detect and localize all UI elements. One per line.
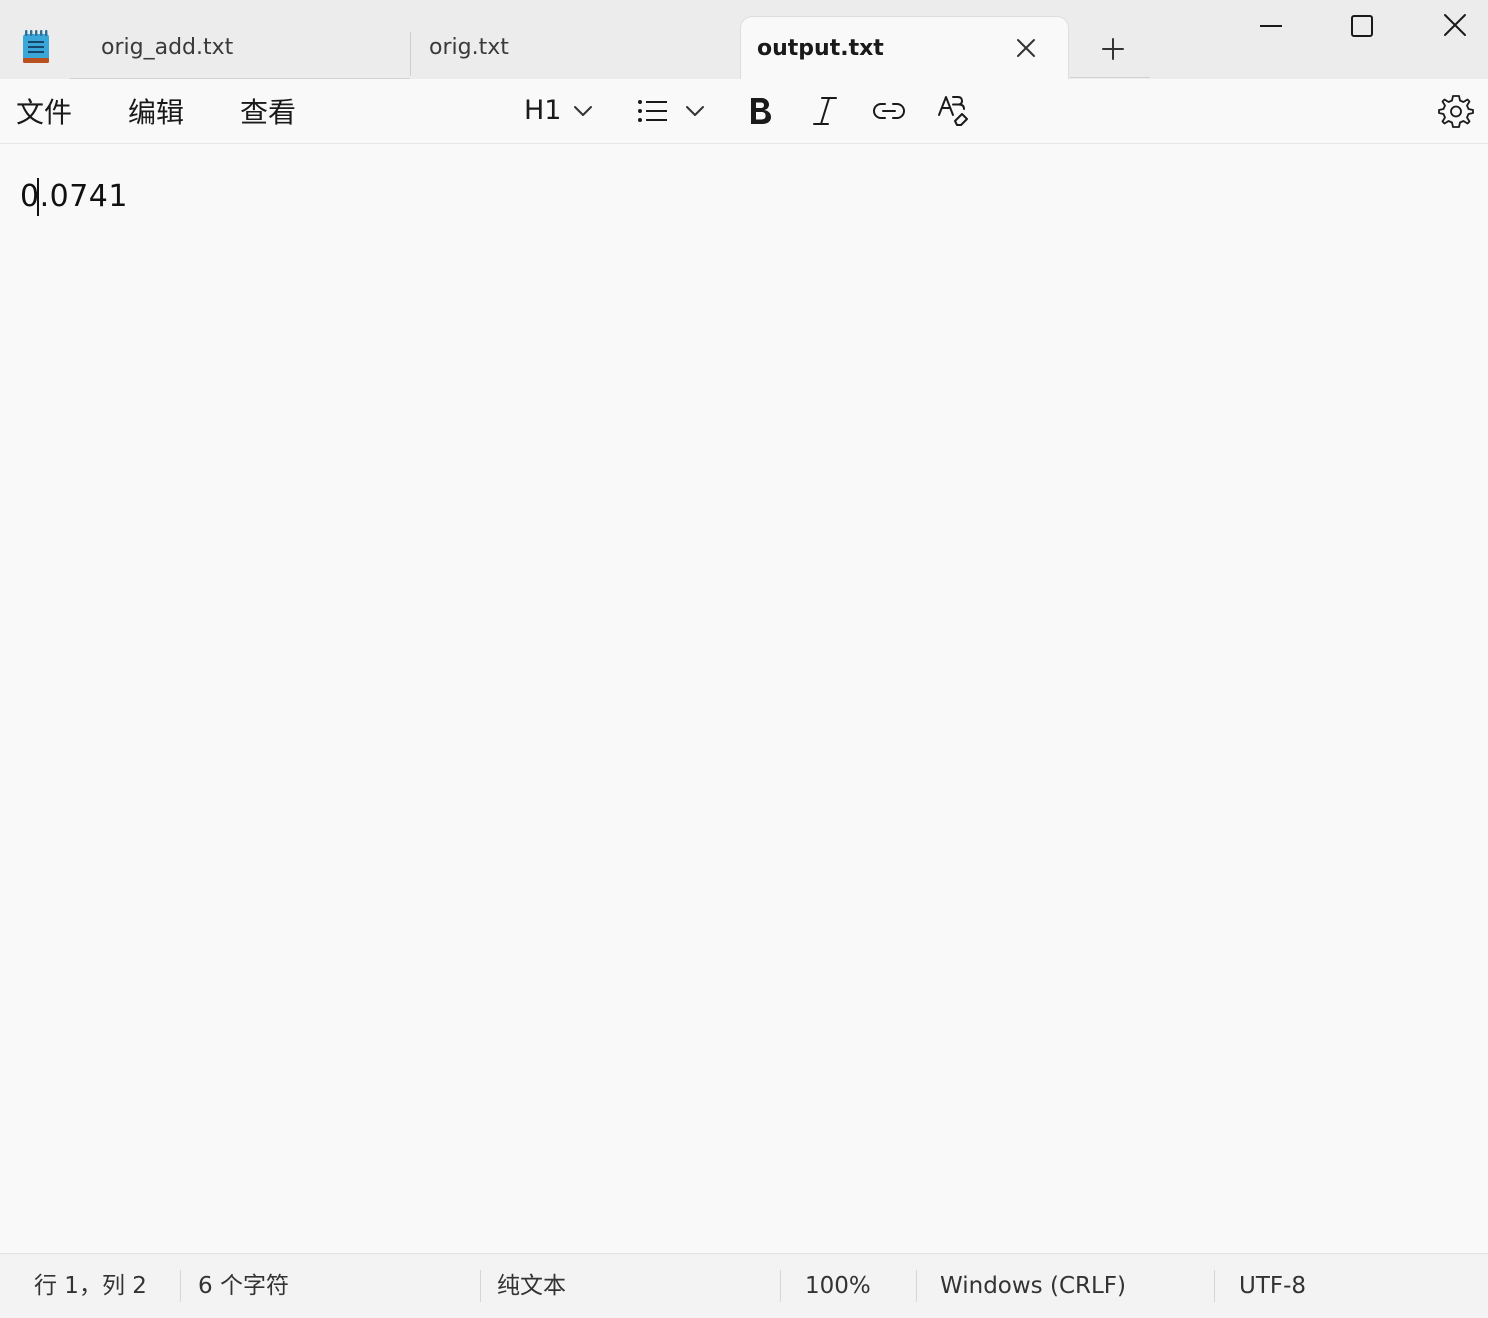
new-tab-plus-icon[interactable]	[1096, 32, 1130, 66]
status-separator	[916, 1270, 917, 1302]
text-editor-area[interactable]: 0.0741	[0, 145, 1488, 1253]
status-cursor-position: 行 1，列 2	[34, 1273, 147, 1299]
tab-separator	[410, 32, 411, 76]
text-caret	[37, 178, 39, 216]
tab-orig[interactable]: orig.txt	[412, 16, 738, 79]
tab-output[interactable]: output.txt	[740, 16, 1069, 80]
notepad-window: orig_add.txt orig.txt output.txt 文件 编辑 查…	[0, 0, 1488, 1318]
tab-close-icon[interactable]	[1013, 35, 1039, 61]
link-icon[interactable]	[872, 93, 906, 129]
list-icon	[638, 100, 667, 122]
maximize-icon[interactable]	[1342, 8, 1382, 44]
clear-formatting-icon[interactable]	[936, 93, 970, 129]
status-bar: 行 1，列 2 6 个字符 纯文本 100% Windows (CRLF) UT…	[0, 1253, 1488, 1318]
tab-label: orig_add.txt	[101, 35, 234, 60]
list-dropdown-button[interactable]	[636, 93, 708, 129]
italic-icon[interactable]	[810, 93, 840, 129]
status-separator	[480, 1270, 481, 1302]
chevron-down-icon	[574, 106, 592, 116]
status-separator	[180, 1270, 181, 1302]
window-close-icon[interactable]	[1435, 8, 1475, 44]
title-bar: orig_add.txt orig.txt output.txt	[0, 0, 1488, 80]
tab-strip-line	[1070, 77, 1150, 78]
minimize-icon[interactable]	[1251, 8, 1291, 44]
status-zoom-level[interactable]: 100%	[805, 1254, 871, 1318]
heading-dropdown-button[interactable]: H1	[524, 93, 596, 129]
status-encoding[interactable]: UTF-8	[1239, 1254, 1306, 1318]
bold-icon[interactable]	[746, 93, 774, 129]
gear-icon[interactable]	[1438, 93, 1474, 129]
tab-orig-add[interactable]: orig_add.txt	[70, 16, 410, 79]
tab-label: output.txt	[757, 36, 884, 61]
status-text-format[interactable]: 纯文本	[497, 1254, 566, 1318]
status-line-ending[interactable]: Windows (CRLF)	[940, 1254, 1126, 1318]
status-separator	[780, 1270, 781, 1302]
menu-file[interactable]: 文件	[16, 95, 72, 131]
notepad-app-icon	[23, 30, 49, 63]
tab-label: orig.txt	[429, 35, 509, 60]
toolbar: 文件 编辑 查看 H1	[0, 79, 1488, 144]
chevron-down-icon	[686, 106, 704, 116]
menu-view[interactable]: 查看	[240, 95, 296, 131]
status-char-count: 6 个字符	[198, 1273, 289, 1299]
menu-edit[interactable]: 编辑	[128, 95, 184, 131]
heading-label: H1	[524, 95, 562, 126]
status-separator	[1214, 1270, 1215, 1302]
